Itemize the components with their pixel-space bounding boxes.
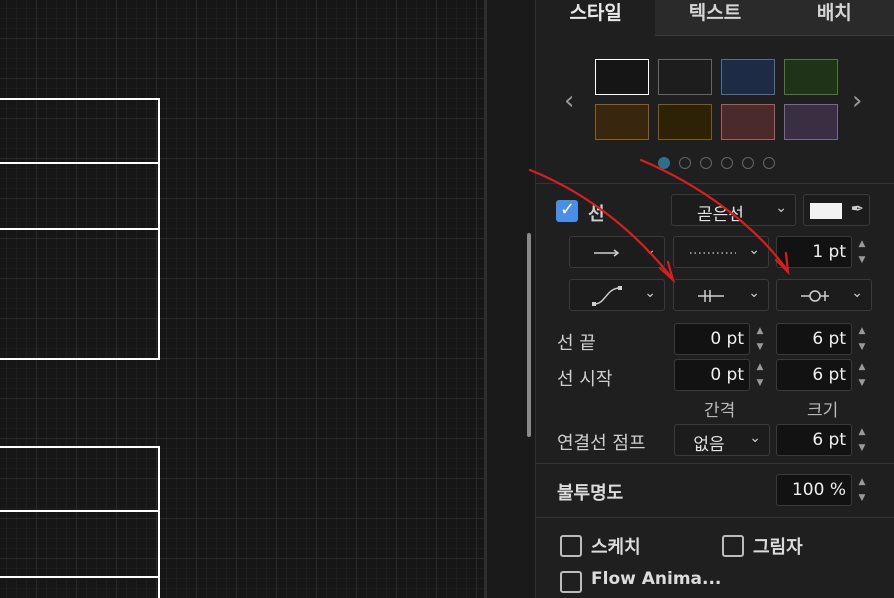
spacing-header: 간격 xyxy=(704,401,736,421)
eyedropper-icon[interactable]: ✒ xyxy=(851,199,864,218)
chevron-down-icon: ⌄ xyxy=(644,285,656,301)
shadow-checkbox[interactable] xyxy=(722,535,744,557)
page-dot[interactable] xyxy=(763,157,775,169)
chevron-right-icon[interactable]: › xyxy=(852,86,862,116)
tab-style[interactable]: 스타일 xyxy=(536,0,656,36)
style-swatch[interactable] xyxy=(721,59,775,95)
line-start-spacing-stepper[interactable]: ▲ ▼ xyxy=(752,359,768,391)
line-width-stepper[interactable]: ▲ ▼ xyxy=(854,236,870,268)
line-end-spacing-input[interactable]: 0 pt xyxy=(674,323,750,355)
page-dot[interactable] xyxy=(721,157,733,169)
opacity-input[interactable]: 100 % xyxy=(776,474,852,506)
swatch-page-dots xyxy=(658,157,775,169)
style-swatch[interactable] xyxy=(595,59,649,95)
table-row-divider xyxy=(0,162,160,164)
swatch-grid xyxy=(595,59,838,140)
table-row-divider xyxy=(0,576,160,578)
page-dot[interactable] xyxy=(658,157,670,169)
style-swatch[interactable] xyxy=(595,104,649,140)
line-start-marker-select[interactable]: ⌄ xyxy=(673,279,769,311)
line-end-size-input[interactable]: 6 pt xyxy=(776,323,852,355)
canvas-scrollbar[interactable] xyxy=(527,233,531,437)
chevron-left-icon[interactable]: ‹ xyxy=(564,86,574,116)
diagram-canvas[interactable] xyxy=(0,0,484,598)
line-width-input[interactable]: 1 pt xyxy=(776,236,852,268)
flow-animation-checkbox[interactable] xyxy=(560,571,582,593)
flow-animation-label: Flow Anima... xyxy=(591,569,722,589)
line-end-marker-select[interactable]: ⌄ xyxy=(776,279,872,311)
page-dot[interactable] xyxy=(742,157,754,169)
line-end-label: 선 끝 xyxy=(557,333,596,354)
chevron-down-icon: ⌄ xyxy=(644,242,656,258)
chevron-down-icon: ⌄ xyxy=(748,242,760,258)
line-dash-select[interactable]: ⌄ xyxy=(673,236,769,268)
sketch-checkbox[interactable] xyxy=(560,535,582,557)
line-checkbox[interactable] xyxy=(556,199,578,222)
line-end-spacing-stepper[interactable]: ▲ ▼ xyxy=(752,323,768,355)
divider xyxy=(536,517,894,518)
opacity-stepper[interactable]: ▲ ▼ xyxy=(854,474,870,506)
chevron-down-icon: ⌄ xyxy=(775,200,787,216)
style-swatches: ‹ › xyxy=(536,50,894,180)
line-arrow-select[interactable]: ⌄ xyxy=(569,236,665,268)
style-swatch[interactable] xyxy=(658,59,712,95)
line-start-size-input[interactable]: 6 pt xyxy=(776,359,852,391)
line-start-spacing-input[interactable]: 0 pt xyxy=(674,359,750,391)
line-end-size-stepper[interactable]: ▲ ▼ xyxy=(854,323,870,355)
page-dot[interactable] xyxy=(700,157,712,169)
format-tabs: 스타일 텍스트 배치 xyxy=(536,0,894,36)
tab-text[interactable]: 텍스트 xyxy=(655,0,775,36)
connector-jump-size-stepper[interactable]: ▲ ▼ xyxy=(854,424,870,456)
line-start-label: 선 시작 xyxy=(557,369,613,390)
line-start-size-stepper[interactable]: ▲ ▼ xyxy=(854,359,870,391)
chevron-down-icon: ⌄ xyxy=(748,285,760,301)
line-pattern-select[interactable]: 곧은선 ⌄ xyxy=(671,194,796,226)
tab-arrange[interactable]: 배치 xyxy=(774,0,894,36)
style-swatch[interactable] xyxy=(658,104,712,140)
table-row-divider xyxy=(0,510,160,512)
opacity-label: 불투명도 xyxy=(557,483,624,504)
connector-jump-size-input[interactable]: 6 pt xyxy=(776,424,852,456)
size-header: 크기 xyxy=(807,401,839,421)
connector-jump-label: 연결선 점프 xyxy=(557,433,646,454)
style-swatch[interactable] xyxy=(784,59,838,95)
table-row-divider xyxy=(0,228,160,230)
style-swatch[interactable] xyxy=(784,104,838,140)
divider xyxy=(536,463,894,464)
line-label: 선 xyxy=(588,204,605,225)
line-color-swatch xyxy=(810,203,842,219)
line-color-picker[interactable]: ✒ xyxy=(803,194,870,226)
divider xyxy=(536,183,894,184)
format-panel: 스타일 텍스트 배치 ‹ › 선 곧은선 ⌄ ✒ ⌄ xyxy=(535,0,894,598)
chevron-down-icon: ⌄ xyxy=(749,430,761,446)
style-swatch[interactable] xyxy=(721,104,775,140)
connector-jump-select[interactable]: 없음 ⌄ xyxy=(674,424,770,456)
sketch-label: 스케치 xyxy=(591,537,641,558)
shadow-label: 그림자 xyxy=(753,537,803,558)
page-dot[interactable] xyxy=(679,157,691,169)
chevron-down-icon: ⌄ xyxy=(851,285,863,301)
waypoint-style-select[interactable]: ⌄ xyxy=(569,279,665,311)
